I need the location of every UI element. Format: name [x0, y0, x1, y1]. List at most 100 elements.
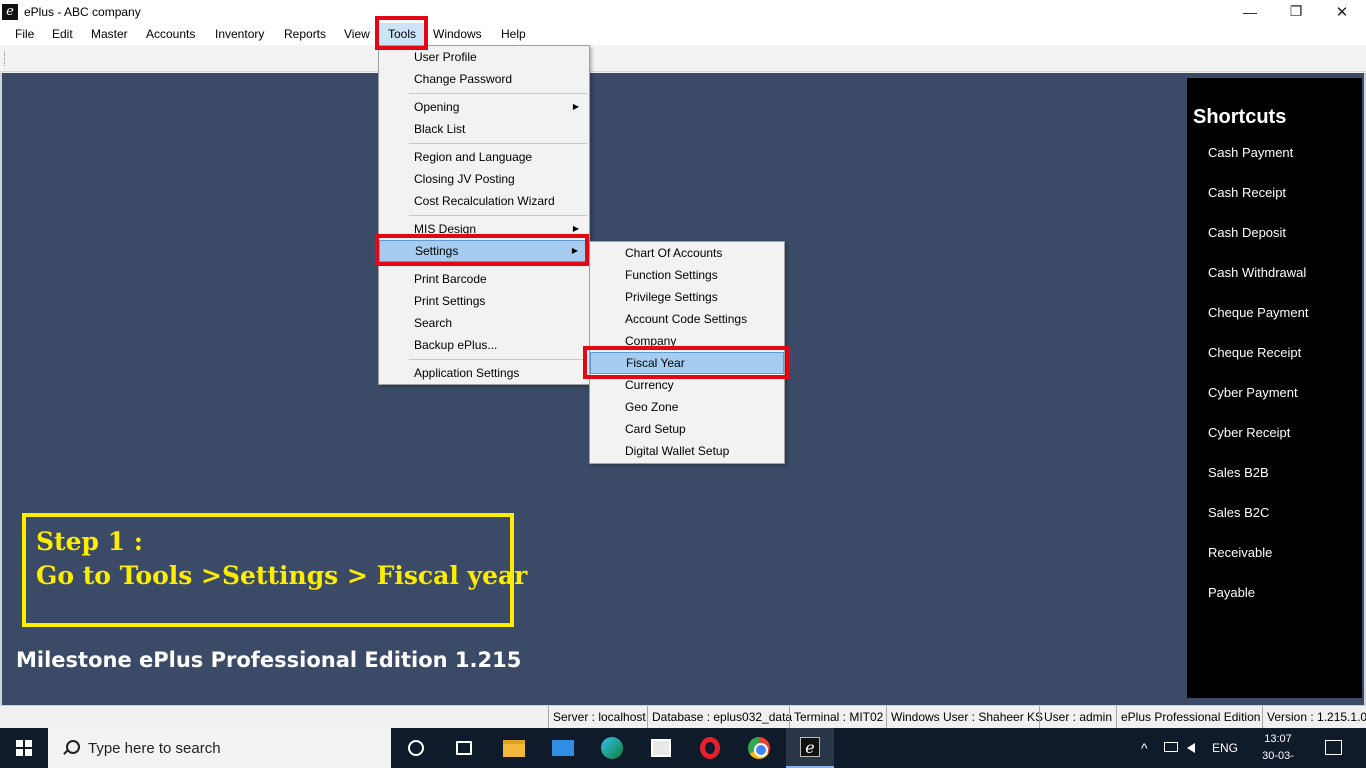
start-button[interactable] [0, 728, 48, 768]
menuitem-digital-wallet-setup[interactable]: Digital Wallet Setup [590, 440, 784, 462]
shortcut-cyber-receipt[interactable]: Cyber Receipt [1208, 425, 1290, 440]
toolbar [0, 45, 1366, 72]
menuitem-geo-zone[interactable]: Geo Zone [590, 396, 784, 418]
step-instruction: Go to Tools >Settings > Fiscal year [36, 561, 528, 590]
restore-button[interactable]: ❐ [1273, 0, 1319, 23]
shortcut-cheque-payment[interactable]: Cheque Payment [1208, 305, 1308, 320]
menuitem-closing-jv-posting[interactable]: Closing JV Posting [379, 168, 589, 190]
menuitem-search[interactable]: Search [379, 312, 589, 334]
menuitem-function-settings[interactable]: Function Settings [590, 264, 784, 286]
menu-master[interactable]: Master [91, 23, 128, 45]
toolbar-grip[interactable] [4, 51, 7, 66]
menu-file[interactable]: File [15, 23, 34, 45]
search-placeholder: Type here to search [88, 739, 221, 757]
mail-icon[interactable] [539, 728, 587, 768]
clock-time: 13:07 [1264, 733, 1292, 745]
cortana-icon[interactable] [392, 728, 440, 768]
volume-icon[interactable] [1187, 728, 1203, 768]
menuitem-label: Print Barcode [414, 272, 487, 286]
minimize-button[interactable]: — [1227, 0, 1273, 23]
status-database: Database : eplus032_data [647, 706, 792, 728]
shortcuts-panel: Shortcuts Cash Payment Cash Receipt Cash… [1187, 78, 1362, 698]
step-annotation-box: Step 1 : Go to Tools >Settings > Fiscal … [22, 513, 527, 627]
menuitem-label: Closing JV Posting [414, 172, 515, 186]
menu-help[interactable]: Help [501, 23, 526, 45]
menuitem-label: Privilege Settings [625, 290, 718, 304]
menuitem-label: Card Setup [625, 422, 686, 436]
menuitem-region-language[interactable]: Region and Language [379, 146, 589, 168]
menu-edit[interactable]: Edit [52, 23, 73, 45]
menuitem-privilege-settings[interactable]: Privilege Settings [590, 286, 784, 308]
file-explorer-icon[interactable] [490, 728, 538, 768]
shortcut-cash-deposit[interactable]: Cash Deposit [1208, 225, 1286, 240]
status-bar: Server : localhost Database : eplus032_d… [0, 705, 1366, 728]
menu-windows[interactable]: Windows [433, 23, 482, 45]
menuitem-label: Geo Zone [625, 400, 679, 414]
highlight-fiscal-year-item [583, 346, 790, 379]
menuitem-application-settings[interactable]: Application Settings [379, 362, 589, 384]
windows-logo-icon [16, 740, 32, 756]
menuitem-account-code-settings[interactable]: Account Code Settings [590, 308, 784, 330]
status-terminal: Terminal : MIT02 [789, 706, 883, 728]
shortcut-cash-receipt[interactable]: Cash Receipt [1208, 185, 1286, 200]
shortcut-cheque-receipt[interactable]: Cheque Receipt [1208, 345, 1301, 360]
clock-date: 30-03-2021 [1262, 750, 1294, 768]
shortcut-sales-b2b[interactable]: Sales B2B [1208, 465, 1269, 480]
highlight-tools-menu [375, 16, 428, 50]
menuitem-label: Cost Recalculation Wizard [414, 194, 555, 208]
tools-dropdown-menu: User Profile Change Password Opening ▶ Bl… [378, 45, 590, 385]
task-view-icon[interactable] [440, 728, 488, 768]
shortcut-receivable[interactable]: Receivable [1208, 545, 1272, 560]
store-icon[interactable] [637, 728, 685, 768]
menuitem-change-password[interactable]: Change Password [379, 68, 589, 90]
menu-reports[interactable]: Reports [284, 23, 326, 45]
menu-separator [409, 359, 587, 360]
menuitem-print-settings[interactable]: Print Settings [379, 290, 589, 312]
close-button[interactable]: ✕ [1319, 0, 1365, 23]
menu-bar: File Edit Master Accounts Inventory Repo… [0, 23, 1366, 45]
menuitem-opening[interactable]: Opening ▶ [379, 96, 589, 118]
step-title: Step 1 : [36, 527, 144, 556]
eplus-app-icon: e [2, 3, 18, 20]
menuitem-card-setup[interactable]: Card Setup [590, 418, 784, 440]
notification-center-icon[interactable] [1325, 740, 1342, 755]
menu-view[interactable]: View [344, 23, 370, 45]
search-icon [62, 740, 80, 756]
tray-overflow-icon[interactable]: ^ [1141, 728, 1148, 768]
status-windows-user: Windows User : Shaheer KS [886, 706, 1043, 728]
shortcut-cash-payment[interactable]: Cash Payment [1208, 145, 1293, 160]
shortcut-sales-b2c[interactable]: Sales B2C [1208, 505, 1269, 520]
language-indicator[interactable]: ENG [1212, 728, 1238, 768]
taskbar-clock[interactable]: 13:07 30-03-2021 [1255, 731, 1301, 768]
edge-browser-icon[interactable] [588, 728, 636, 768]
menuitem-label: Application Settings [414, 366, 520, 380]
menuitem-label: Backup ePlus... [414, 338, 498, 352]
shortcut-payable[interactable]: Payable [1208, 585, 1255, 600]
menuitem-black-list[interactable]: Black List [379, 118, 589, 140]
taskbar-search-box[interactable]: Type here to search [48, 728, 391, 768]
shortcut-cyber-payment[interactable]: Cyber Payment [1208, 385, 1298, 400]
menuitem-print-barcode[interactable]: Print Barcode [379, 268, 589, 290]
menuitem-label: Black List [414, 122, 466, 136]
chrome-browser-icon[interactable] [735, 728, 783, 768]
menuitem-label: Search [414, 316, 453, 330]
menu-separator [409, 215, 587, 216]
menuitem-label: Chart Of Accounts [625, 246, 723, 260]
highlight-settings-item [375, 234, 589, 266]
menuitem-label: Print Settings [414, 294, 486, 308]
menu-inventory[interactable]: Inventory [215, 23, 264, 45]
menuitem-chart-of-accounts[interactable]: Chart Of Accounts [590, 242, 784, 264]
status-version: Version : 1.215.1.0 [1262, 706, 1366, 728]
title-bar: e ePlus - ABC company — ❐ ✕ [0, 0, 1366, 23]
status-edition: ePlus Professional Edition [1116, 706, 1260, 728]
opera-browser-icon[interactable] [686, 728, 734, 768]
network-icon[interactable] [1164, 728, 1180, 768]
menuitem-backup-eplus[interactable]: Backup ePlus... [379, 334, 589, 356]
menu-accounts[interactable]: Accounts [146, 23, 195, 45]
eplus-taskbar-icon[interactable]: e [786, 728, 834, 768]
menu-separator [409, 93, 587, 94]
window-title: ePlus - ABC company [24, 4, 141, 19]
shortcut-cash-withdrawal[interactable]: Cash Withdrawal [1208, 265, 1306, 280]
status-server: Server : localhost [548, 706, 646, 728]
menuitem-cost-recalculation-wizard[interactable]: Cost Recalculation Wizard [379, 190, 589, 212]
